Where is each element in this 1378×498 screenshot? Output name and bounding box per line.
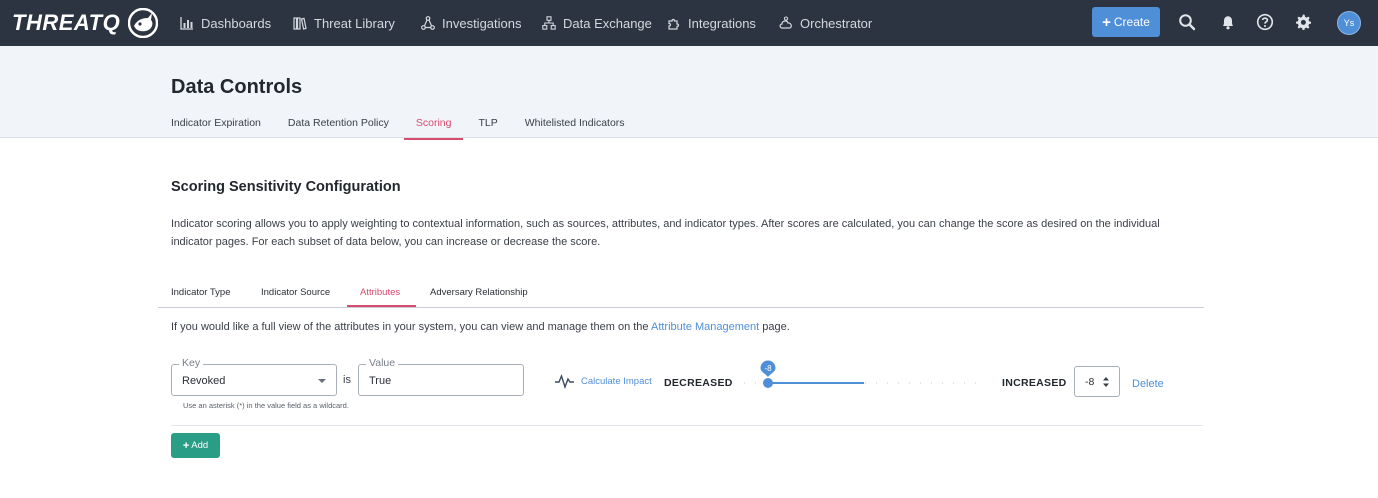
nav-integrations-label: Integrations	[688, 15, 756, 31]
tab-whitelisted-indicators[interactable]: Whitelisted Indicators	[525, 117, 625, 139]
nav-investigations-label: Investigations	[442, 15, 522, 31]
cloud-gear-icon	[779, 16, 792, 29]
bell-icon[interactable]	[1219, 13, 1237, 31]
key-select-value: Revoked	[182, 375, 226, 387]
key-select[interactable]: Key Revoked	[171, 357, 337, 396]
tab-data-retention-policy[interactable]: Data Retention Policy	[288, 117, 389, 139]
tab-scoring[interactable]: Scoring	[404, 117, 463, 140]
user-avatar[interactable]: Ys	[1337, 11, 1361, 35]
page-header: Data Controls Indicator Expiration Data …	[0, 46, 1378, 140]
pulse-icon	[555, 373, 574, 389]
scoring-tabs: Indicator Type Indicator Source Attribut…	[158, 278, 1204, 308]
help-icon[interactable]	[1256, 13, 1274, 31]
nav-data-exchange[interactable]: Data Exchange	[542, 0, 652, 46]
create-button-label: Create	[1113, 15, 1150, 29]
score-slider[interactable]: -8	[742, 360, 986, 392]
sitemap-icon	[542, 16, 556, 30]
is-label: is	[343, 374, 351, 386]
stepper-value: -8	[1085, 376, 1095, 388]
logo-text: THREATQ	[12, 10, 121, 35]
tab-indicator-expiration[interactable]: Indicator Expiration	[171, 117, 261, 139]
section-title: Scoring Sensitivity Configuration	[171, 179, 401, 195]
create-button[interactable]: + Create	[1092, 7, 1160, 37]
stepper-arrows-icon[interactable]	[1102, 375, 1110, 389]
search-icon[interactable]	[1178, 13, 1196, 31]
bar-chart-icon	[180, 17, 193, 30]
puzzle-icon	[668, 18, 680, 30]
nav-integrations[interactable]: Integrations	[667, 0, 756, 46]
add-rule-label: Add	[191, 440, 209, 451]
tab-adversary-relationship[interactable]: Adversary Relationship	[430, 287, 528, 298]
attribute-management-link[interactable]: Attribute Management	[651, 321, 759, 333]
network-icon	[421, 16, 435, 30]
note-prefix: If you would like a full view of the att…	[171, 321, 651, 333]
tab-indicator-source[interactable]: Indicator Source	[261, 287, 330, 298]
key-legend: Key	[179, 357, 204, 369]
delete-rule-link[interactable]: Delete	[1132, 378, 1164, 390]
nav-dashboards-label: Dashboards	[201, 15, 272, 31]
calculate-impact-button[interactable]: Calculate Impact	[554, 373, 652, 389]
chevron-down-icon	[318, 379, 326, 383]
slider-value-label: -8	[764, 364, 772, 373]
threatq-logo[interactable]: THREATQ	[12, 6, 159, 40]
attribute-management-note: If you would like a full view of the att…	[171, 321, 790, 333]
rule-divider	[171, 425, 1203, 426]
page-title: Data Controls	[171, 76, 303, 98]
rhino-logo-icon	[128, 8, 159, 38]
decreased-label: DECREASED	[664, 377, 733, 389]
wildcard-hint: Use an asterisk (*) in the value field a…	[183, 401, 349, 410]
increased-label: INCREASED	[1002, 377, 1067, 389]
nav-threat-library-label: Threat Library	[314, 15, 395, 31]
nav-dashboards[interactable]: Dashboards	[180, 0, 271, 46]
value-input[interactable]: Value True	[358, 357, 524, 396]
add-rule-button[interactable]: + Add	[171, 433, 220, 458]
value-legend: Value	[366, 357, 399, 369]
nav-investigations[interactable]: Investigations	[421, 0, 522, 46]
tab-tlp[interactable]: TLP	[478, 117, 497, 139]
top-navbar: THREATQ Dashboards Threat Library Invest…	[0, 0, 1378, 46]
score-stepper[interactable]: -8	[1074, 366, 1120, 397]
tab-attributes[interactable]: Attributes	[360, 287, 400, 298]
plus-icon: +	[1102, 13, 1111, 31]
plus-icon: +	[182, 439, 190, 452]
nav-orchestrator[interactable]: Orchestrator	[779, 0, 872, 46]
nav-orchestrator-label: Orchestrator	[800, 15, 873, 31]
gear-icon[interactable]	[1294, 13, 1312, 31]
note-suffix: page.	[759, 321, 790, 333]
data-controls-tabs: Indicator Expiration Data Retention Poli…	[171, 117, 652, 140]
value-input-text: True	[369, 375, 392, 387]
nav-data-exchange-label: Data Exchange	[563, 15, 652, 31]
books-icon	[293, 17, 307, 30]
active-tab-indicator	[347, 305, 416, 307]
scoring-description: Indicator scoring allows you to apply we…	[171, 218, 1160, 248]
tab-indicator-type[interactable]: Indicator Type	[171, 287, 231, 298]
nav-threat-library[interactable]: Threat Library	[293, 0, 395, 46]
calculate-impact-label: Calculate Impact	[581, 375, 652, 387]
